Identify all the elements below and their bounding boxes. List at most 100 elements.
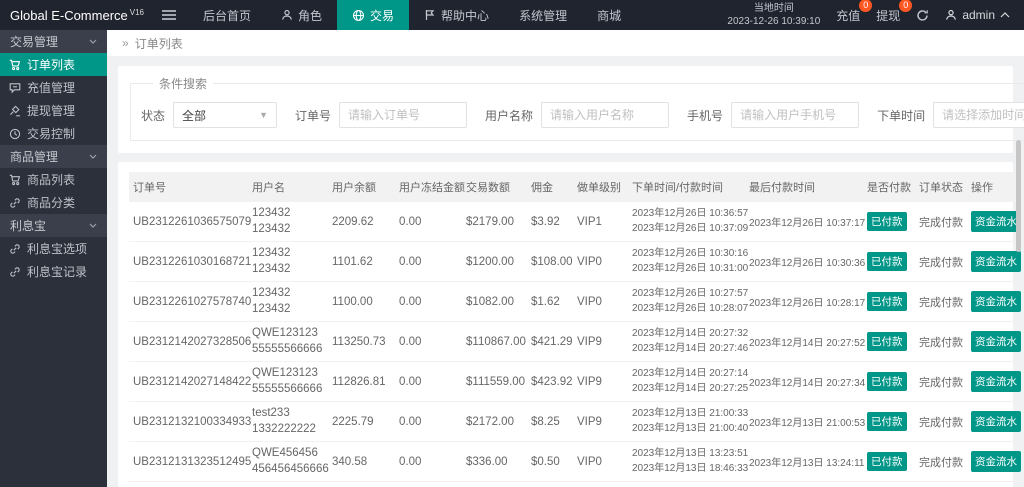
actions-cell: 资金流水 [967,441,1021,483]
breadcrumb: » 订单列表 [107,30,1024,57]
recharge-link[interactable]: 充值 0 [836,0,873,24]
order-status-cell: 完成付款 [915,241,967,283]
last-pay-time-cell: 2023年12月26日 10:30:36 [745,241,865,283]
withdraw-badge: 0 [899,0,913,12]
withdraw-label: 提现 [876,8,901,23]
table-row: UB2312261027578740 123432 123432 1100.00 … [129,281,1021,323]
sidebar-item-interest-records[interactable]: 利息宝记录 [0,260,107,283]
order-time-cell: 2023年12月14日 20:27:14 2023年12月14日 20:27:25 [628,361,748,403]
link-icon [10,197,20,208]
status-select[interactable]: 全部 ▼ [173,102,278,128]
orders-table-header: 订单号 用户名 用户余额 用户冻结金额 交易数额 佣金 做单级别 下单时间/付款… [129,172,1018,202]
sidebar-item-interest-options[interactable]: 利息宝选项 [0,237,107,260]
gavel-icon [10,105,20,116]
frozen-cell: 0.00 [395,321,462,363]
nav-item-help[interactable]: 帮助中心 [409,0,504,30]
withdraw-link[interactable]: 提现 0 [876,0,913,24]
nav-item-home[interactable]: 后台首页 [188,0,266,30]
order-no-cell: UB2312261027578740 [129,281,251,323]
sidebar-item-label: 商品列表 [27,173,76,187]
order-time-cell: 2023年12月13日 13:03:212023年12月13日 13:03:28 [628,481,745,487]
phone-input[interactable] [731,102,860,128]
nav-item-label: 帮助中心 [441,8,490,23]
sidebar-group-trade[interactable]: 交易管理 [0,30,107,53]
paid-cell: 已付款 [863,281,915,323]
username-cell: QWE456456456456456666 [248,481,328,487]
fund-flow-button[interactable]: 资金流水 [971,211,1021,233]
status-label: 状态 [141,108,166,123]
sidebar-item-trade-control[interactable]: 交易控制 [0,122,107,145]
refresh-icon[interactable] [916,9,929,22]
orders-table-panel: 订单号 用户名 用户余额 用户冻结金额 交易数额 佣金 做单级别 下单时间/付款… [118,162,1021,487]
sidebar-toggle-button[interactable] [150,0,188,30]
user-menu[interactable]: admin [945,8,1010,22]
vip-level-cell: VIP0 [573,281,628,323]
sidebar-item-goods-list[interactable]: 商品列表 [0,168,107,191]
nav-item-label: 商城 [597,8,622,23]
col-username: 用户名 [248,172,328,202]
table-row: UB2312142027328506 QWE123123 55555566666 … [129,321,1021,363]
table-row: UB2312261030168721 123432 123432 1101.62 … [129,241,1021,283]
order-time-input[interactable] [933,102,1024,128]
chevron-down-icon [89,39,97,44]
status-group: 状态 全部 ▼ [141,102,278,128]
amount-cell: $1200.00 [462,241,527,283]
col-actions: 操作 [967,172,1018,202]
paid-badge: 已付款 [867,252,907,272]
username-text: admin [962,8,995,22]
fund-flow-button[interactable]: 资金流水 [971,251,1021,273]
fund-flow-button[interactable]: 资金流水 [971,451,1021,473]
link-icon [10,266,20,277]
sidebar-group-interest[interactable]: 利息宝 [0,214,107,237]
sidebar-group-goods[interactable]: 商品管理 [0,145,107,168]
sidebar: 交易管理 订单列表 充值管理 提现管理 交易控制 商品管理 商品列表 商品分类 … [0,30,107,487]
username-input[interactable] [541,102,670,128]
col-amount: 交易数额 [462,172,527,202]
order-time-cell: 2023年12月26日 10:30:16 2023年12月26日 10:31:00 [628,241,748,283]
sidebar-item-withdraw[interactable]: 提现管理 [0,99,107,122]
fund-flow-button[interactable]: 资金流水 [971,331,1021,353]
nav-item-system[interactable]: 系统管理 [504,0,582,30]
username-cell: QWE123123 55555566666 [248,361,328,403]
local-time: 当地时间 2023-12-26 10:39:10 [727,2,820,29]
nav-item-trade[interactable]: 交易 [337,0,410,30]
sidebar-group-label: 交易管理 [10,35,59,49]
vip-level-cell: VIP1 [573,202,628,243]
nav-item-mall[interactable]: 商城 [582,0,636,30]
order-time-cell: 2023年12月13日 21:00:33 2023年12月13日 21:00:40 [628,401,748,443]
username-cell: test233 1332222222 [248,401,328,443]
amount-cell: $111559.00 [462,361,527,403]
sidebar-item-order-list[interactable]: 订单列表 [0,53,107,76]
sidebar-item-label: 交易控制 [27,127,76,141]
username-label: 用户名称 [485,108,534,123]
search-legend: 条件搜索 [159,77,208,91]
frozen-cell: 0.00 [395,202,462,243]
sidebar-group-label: 利息宝 [10,219,47,233]
balance-cell: 340.09 [328,481,395,487]
last-pay-time-cell: 2023年12月26日 10:28:17 [745,281,865,323]
sidebar-item-goods-category[interactable]: 商品分类 [0,191,107,214]
vertical-scrollbar[interactable] [1016,140,1021,252]
main-area: » 订单列表 条件搜索 状态 全部 ▼ 订单号 请输入订单号 用户名称 请输入用… [107,0,1024,487]
last-pay-time-cell: 2023年12月14日 20:27:52 [745,321,865,363]
vip-level-cell: VIP0 [573,441,628,483]
paid-cell: 已付款 [863,321,915,363]
fund-flow-button[interactable]: 资金流水 [971,411,1021,433]
col-order-time: 下单时间/付款时间 [628,172,745,202]
col-paid: 是否付款 [863,172,915,202]
recharge-label: 充值 [836,8,861,23]
amount-cell: $329.00 [462,481,527,487]
fund-flow-button[interactable]: 资金流水 [971,291,1021,313]
recharge-badge: 0 [859,0,873,12]
paid-cell: 已付款 [863,361,915,403]
col-vip-level: 做单级别 [573,172,628,202]
table-row: UB2312131323512495 QWE456456 456456456666… [129,441,1021,483]
order-status-cell: 完成付款 [915,361,967,403]
sidebar-item-recharge[interactable]: 充值管理 [0,76,107,99]
paid-badge: 已付款 [867,292,907,312]
order-no-input[interactable] [339,102,468,128]
vip-level-cell: VIP9 [573,401,628,443]
balance-cell: 2209.62 [328,202,395,243]
nav-item-roles[interactable]: 角色 [266,0,337,30]
fund-flow-button[interactable]: 资金流水 [971,371,1021,393]
